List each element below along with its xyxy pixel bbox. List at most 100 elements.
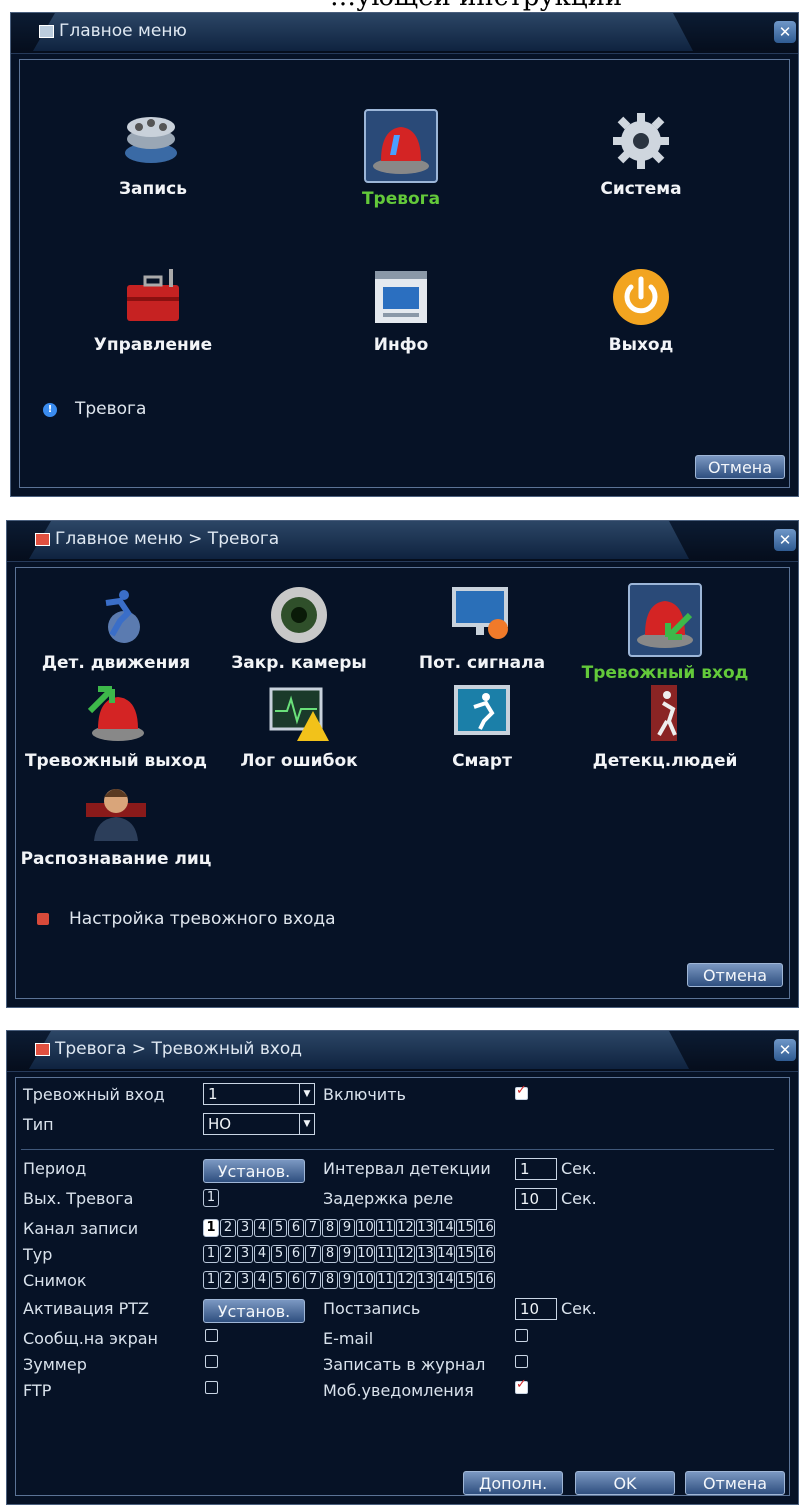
channel-button[interactable]: 12 (396, 1219, 415, 1237)
channel-button[interactable]: 2 (220, 1271, 236, 1289)
close-button[interactable]: ✕ (774, 21, 796, 43)
channel-button[interactable]: 13 (416, 1245, 435, 1263)
postrec-input[interactable]: 10 (515, 1298, 557, 1320)
error-log-icon (267, 681, 331, 745)
interval-input[interactable]: 1 (515, 1158, 557, 1180)
channel-button[interactable]: 1 (203, 1271, 219, 1289)
alarm-status-icon (37, 913, 49, 925)
divider (21, 1149, 774, 1150)
channel-button[interactable]: 4 (254, 1271, 270, 1289)
channel-button[interactable]: 13 (416, 1271, 435, 1289)
channel-button[interactable]: 10 (356, 1219, 375, 1237)
channel-button[interactable]: 5 (271, 1219, 287, 1237)
channel-button[interactable]: 3 (237, 1271, 253, 1289)
menu-item-info[interactable]: Инфо (301, 265, 501, 355)
channel-button[interactable]: 14 (436, 1271, 455, 1289)
type-label: Тип (23, 1115, 54, 1134)
channel-button[interactable]: 10 (356, 1271, 375, 1289)
osd-checkbox[interactable] (205, 1329, 218, 1342)
advanced-button[interactable]: Дополн. (463, 1471, 563, 1495)
menu-item-record[interactable]: Запись (53, 109, 253, 199)
ok-button[interactable]: OK (575, 1471, 675, 1495)
channel-button[interactable]: 12 (396, 1271, 415, 1289)
channel-button[interactable]: 4 (254, 1219, 270, 1237)
channel-button[interactable]: 2 (220, 1219, 236, 1237)
close-button[interactable]: ✕ (774, 529, 796, 551)
channel-button[interactable]: 16 (476, 1271, 495, 1289)
type-select[interactable]: НО ▼ (203, 1113, 315, 1135)
channel-button[interactable]: 7 (305, 1245, 321, 1263)
channel-button[interactable]: 13 (416, 1219, 435, 1237)
cancel-button[interactable]: Отмена (695, 455, 785, 479)
channel-button[interactable]: 7 (305, 1271, 321, 1289)
menu-item-video-loss[interactable]: Пот. сигнала (382, 583, 582, 673)
email-label: E-mail (323, 1329, 374, 1348)
channel-button[interactable]: 16 (476, 1245, 495, 1263)
channel-button[interactable]: 8 (322, 1271, 338, 1289)
menu-item-face-recognition[interactable]: Распознавание лиц (16, 779, 216, 869)
menu-item-exit[interactable]: Выход (541, 265, 741, 355)
channel-button[interactable]: 14 (436, 1219, 455, 1237)
channel-button[interactable]: 9 (339, 1245, 355, 1263)
menu-item-management[interactable]: Управление (53, 265, 253, 355)
camera-blind-icon (267, 583, 331, 647)
channel-button[interactable]: 7 (305, 1219, 321, 1237)
menu-item-label: Дет. движения (41, 653, 191, 673)
channel-button[interactable]: 2 (220, 1245, 236, 1263)
buzzer-checkbox[interactable] (205, 1355, 218, 1368)
cancel-button[interactable]: Отмена (687, 963, 783, 987)
log-checkbox[interactable] (515, 1355, 528, 1368)
mobile-label: Моб.уведомления (323, 1381, 474, 1400)
menu-item-human-detect[interactable]: Детекц.людей (565, 681, 765, 771)
menu-item-smart[interactable]: Смарт (382, 681, 582, 771)
film-reel-icon (121, 109, 185, 173)
channel-button[interactable]: 14 (436, 1245, 455, 1263)
period-set-button[interactable]: Установ. (203, 1159, 305, 1183)
channel-button[interactable]: 3 (237, 1245, 253, 1263)
menu-item-motion-detect[interactable]: Дет. движения (16, 583, 216, 673)
menu-item-alarm-output[interactable]: Тревожный выход (16, 681, 216, 771)
channel-button[interactable]: 5 (271, 1245, 287, 1263)
channel-button[interactable]: 15 (456, 1271, 475, 1289)
menu-item-camera-blind[interactable]: Закр. камеры (199, 583, 399, 673)
channel-button[interactable]: 6 (288, 1219, 304, 1237)
channel-button[interactable]: 11 (376, 1219, 395, 1237)
alarm-small-icon (35, 1043, 50, 1056)
email-checkbox[interactable] (515, 1329, 528, 1342)
channel-button[interactable]: 1 (203, 1245, 219, 1263)
channel-button[interactable]: 15 (456, 1219, 475, 1237)
channel-button[interactable]: 8 (322, 1219, 338, 1237)
ptz-set-button[interactable]: Установ. (203, 1299, 305, 1323)
menu-item-system[interactable]: Система (541, 109, 741, 199)
postrec-label: Постзапись (323, 1299, 421, 1318)
channel-button[interactable]: 1 (203, 1219, 219, 1237)
ftp-checkbox[interactable] (205, 1381, 218, 1394)
channel-button[interactable]: 9 (339, 1271, 355, 1289)
channel-button[interactable]: 3 (237, 1219, 253, 1237)
menu-item-error-log[interactable]: Лог ошибок (199, 681, 399, 771)
channel-button[interactable]: 11 (376, 1245, 395, 1263)
cancel-button[interactable]: Отмена (685, 1471, 785, 1495)
channel-button[interactable]: 15 (456, 1245, 475, 1263)
alarm-input-select[interactable]: 1 ▼ (203, 1083, 315, 1105)
relay-delay-input[interactable]: 10 (515, 1188, 557, 1210)
channel-button[interactable]: 10 (356, 1245, 375, 1263)
channel-button[interactable]: 11 (376, 1271, 395, 1289)
menu-item-label: Управление (93, 335, 213, 355)
mobile-checkbox[interactable] (515, 1377, 528, 1394)
channel-button[interactable]: 12 (396, 1245, 415, 1263)
channel-button[interactable]: 9 (339, 1219, 355, 1237)
channel-button[interactable]: 6 (288, 1245, 304, 1263)
channel-button[interactable]: 16 (476, 1219, 495, 1237)
channel-button[interactable]: 5 (271, 1271, 287, 1289)
channel-button[interactable]: 8 (322, 1245, 338, 1263)
channel-button[interactable]: 6 (288, 1271, 304, 1289)
window-title: Тревога > Тревожный вход (55, 1039, 303, 1059)
menu-item-alarm-input[interactable]: Тревожный вход (565, 583, 765, 683)
close-button[interactable]: ✕ (774, 1039, 796, 1061)
menu-item-label: Закр. камеры (231, 653, 367, 673)
enable-checkbox[interactable] (515, 1083, 528, 1100)
alarm-out-channel[interactable]: 1 (203, 1189, 219, 1207)
channel-button[interactable]: 4 (254, 1245, 270, 1263)
menu-item-alarm[interactable]: Тревога (301, 109, 501, 209)
